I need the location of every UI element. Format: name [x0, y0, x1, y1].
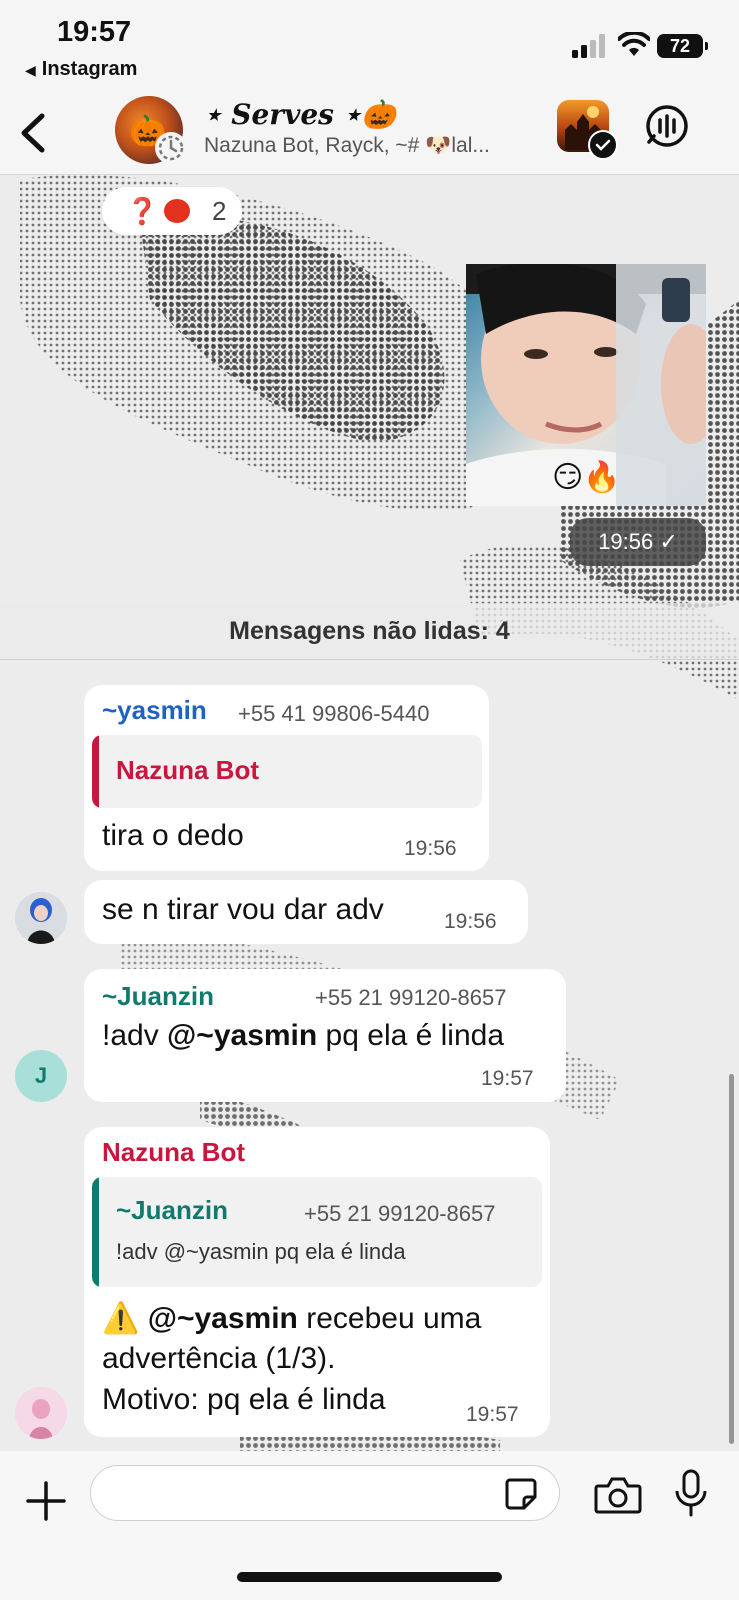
- sent-time-badge: 19:56 ✓: [570, 518, 706, 566]
- quote-phone: +55 21 99120-8657: [304, 1201, 496, 1226]
- chat-header: 🎃 ⋆ Serves ⋆🎃 Nazuna Bot, Rayck, ~# 🐶lal…: [0, 92, 739, 175]
- group-title[interactable]: ⋆ Serves ⋆🎃: [204, 98, 396, 131]
- message-text: se n tirar vou dar adv: [102, 893, 384, 926]
- scrollbar[interactable]: [729, 1074, 734, 1444]
- sent-time: 19:56: [598, 529, 654, 554]
- mention[interactable]: @~yasmin: [148, 1302, 298, 1335]
- sender-name[interactable]: Nazuna Bot: [102, 1137, 245, 1168]
- text-part: pq ela é linda: [317, 1019, 505, 1052]
- message-text: Motivo: pq ela é linda: [102, 1383, 386, 1416]
- sender-phone: +55 21 99120-8657: [315, 985, 507, 1010]
- disappearing-timer-icon: [155, 132, 187, 164]
- message-bubble[interactable]: ~Juanzin +55 21 99120-8657 !adv @~yasmin…: [84, 969, 566, 1102]
- quoted-message[interactable]: Nazuna Bot: [92, 735, 482, 808]
- mention[interactable]: @~yasmin: [167, 1019, 317, 1052]
- photo-emoji-overlay: 😏🔥: [552, 461, 621, 494]
- cellular-signal-icon: [572, 34, 605, 58]
- text-part: !adv: [102, 1019, 168, 1052]
- avatar[interactable]: J: [15, 1050, 67, 1102]
- back-to-instagram[interactable]: ◀ Instagram: [25, 58, 137, 81]
- quoted-message[interactable]: ~Juanzin +55 21 99120-8657 !adv @~yasmin…: [92, 1177, 542, 1287]
- back-app-label: Instagram: [41, 58, 138, 80]
- quote-sender: Nazuna Bot: [116, 755, 259, 785]
- back-triangle-icon: ◀: [25, 62, 36, 78]
- message-bubble[interactable]: ~yasmin +55 41 99806-5440 Nazuna Bot tir…: [84, 685, 489, 871]
- unread-divider: Mensagens não lidas: 4: [0, 603, 739, 660]
- warning-icon: ⚠️: [102, 1302, 140, 1335]
- message-text: ⚠️ @~yasmin recebeu uma: [102, 1301, 481, 1336]
- quote-text: !adv @~yasmin pq ela é linda: [116, 1239, 406, 1264]
- home-indicator[interactable]: [237, 1572, 502, 1582]
- sender-name[interactable]: ~yasmin: [102, 695, 207, 726]
- battery-indicator: 72: [657, 34, 708, 58]
- message-time: 19:56: [444, 910, 497, 933]
- group-members[interactable]: Nazuna Bot, Rayck, ~# 🐶lal...: [204, 134, 490, 158]
- sender-name[interactable]: ~Juanzin: [102, 981, 214, 1012]
- message-bubble[interactable]: Nazuna Bot ~Juanzin +55 21 99120-8657 !a…: [84, 1127, 550, 1437]
- chevron-left-icon[interactable]: [14, 110, 54, 156]
- user-avatar-image: [15, 892, 67, 944]
- message-text: tira o dedo: [102, 819, 244, 852]
- message-input[interactable]: [90, 1465, 560, 1521]
- message-time: 19:56: [404, 837, 457, 860]
- question-reaction: ❓: [126, 196, 159, 226]
- avatar[interactable]: [15, 1387, 67, 1439]
- tomato-icon: [164, 199, 190, 223]
- microphone-icon[interactable]: [674, 1469, 708, 1517]
- sticker-icon[interactable]: [504, 1477, 538, 1511]
- plus-icon[interactable]: [26, 1481, 66, 1521]
- status-bar: 19:57 ◀ Instagram 72: [0, 0, 739, 92]
- sender-phone: +55 41 99806-5440: [238, 701, 430, 726]
- camera-icon[interactable]: [594, 1476, 642, 1514]
- text-part: recebeu uma: [297, 1302, 482, 1335]
- sent-photo[interactable]: 😏🔥: [466, 264, 706, 506]
- quote-accent-bar: [92, 735, 99, 808]
- message-bubble[interactable]: se n tirar vou dar adv 19:56: [84, 880, 528, 944]
- message-reactions[interactable]: ❓ 2: [102, 187, 242, 235]
- quote-accent-bar: [92, 1177, 99, 1287]
- message-text: !adv @~yasmin pq ela é linda: [102, 1019, 504, 1053]
- message-text: advertência (1/3).: [102, 1342, 336, 1375]
- reaction-count: 2: [212, 196, 227, 226]
- message-time: 19:57: [466, 1403, 519, 1426]
- avatar[interactable]: [15, 892, 67, 944]
- check-badge-icon: [588, 130, 618, 160]
- clock: 19:57: [57, 16, 132, 48]
- wifi-icon: [618, 32, 650, 56]
- read-check-icon: ✓: [659, 529, 678, 554]
- bot-avatar-image: [15, 1387, 67, 1439]
- voice-call-icon[interactable]: [645, 104, 689, 148]
- quote-sender: ~Juanzin: [116, 1195, 228, 1225]
- message-time: 19:57: [481, 1067, 534, 1090]
